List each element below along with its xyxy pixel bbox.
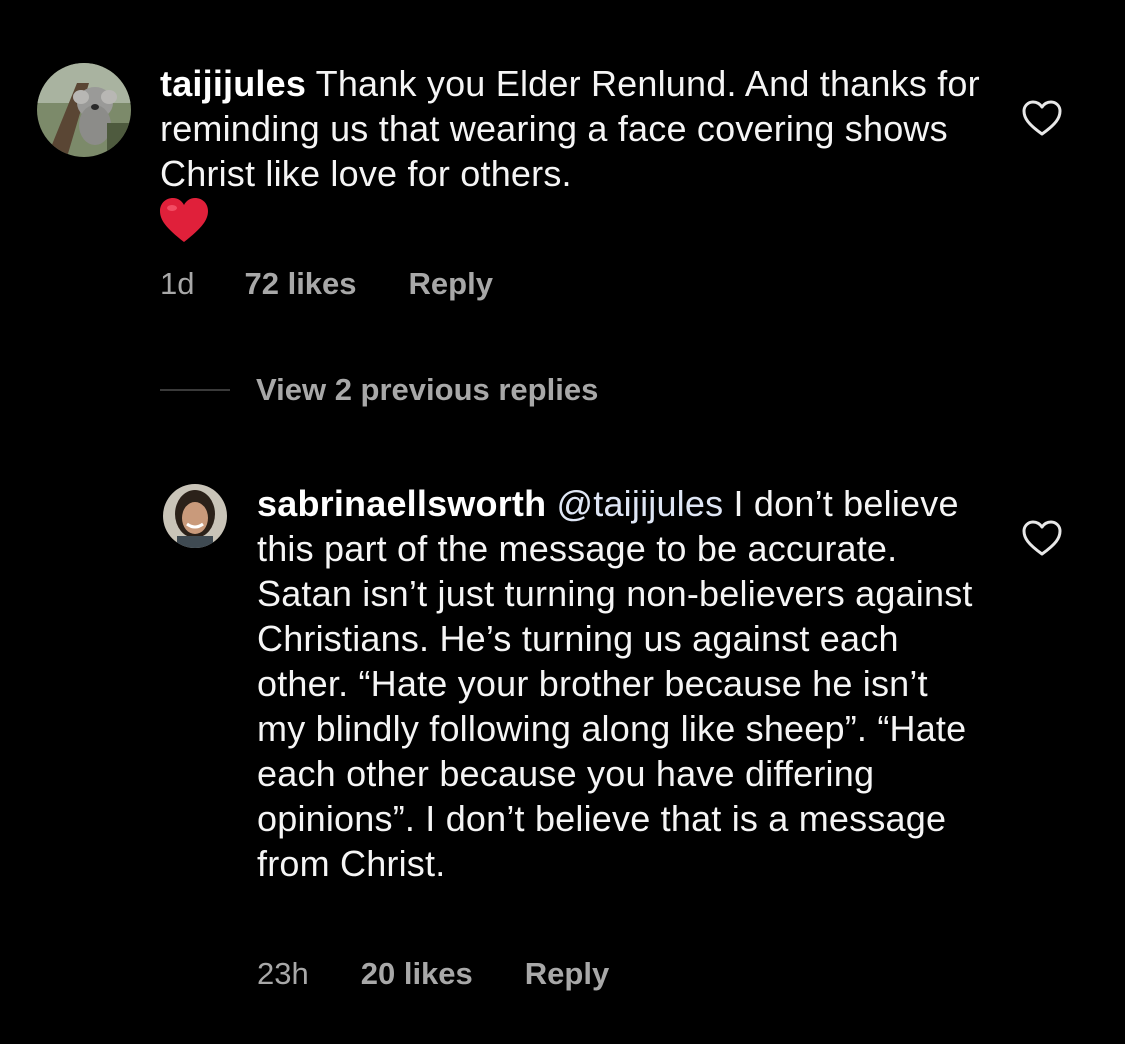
mention-link[interactable]: @taijijules [557,483,724,524]
comment-username[interactable]: sabrinaellsworth [257,483,546,524]
reply-button[interactable]: Reply [525,956,609,992]
comment-meta: 23h 20 likes Reply [257,956,609,992]
comment-taijijules: taijijules Thank you Elder Renlund. And … [0,0,1125,320]
heart-outline-icon[interactable] [1022,520,1062,558]
heart-outline-icon[interactable] [1022,100,1062,138]
comment-likes[interactable]: 72 likes [244,266,356,302]
comment-username[interactable]: taijijules [160,63,306,104]
avatar-sabrinaellsworth[interactable] [163,484,227,548]
comment-time: 23h [257,956,309,991]
red-heart-emoji-icon [160,198,208,242]
reply-button[interactable]: Reply [409,266,493,302]
view-previous-replies[interactable]: View 2 previous replies [160,372,598,408]
view-replies-label[interactable]: View 2 previous replies [256,372,598,408]
comment-body: sabrinaellsworth @taijijules I don’t bel… [257,481,977,886]
comment-time: 1d [160,266,195,301]
profile-photo [163,484,227,548]
divider-line [160,389,230,391]
koala-photo [37,63,131,157]
comment-meta: 1d 72 likes Reply [160,266,493,302]
avatar-taijijules[interactable] [37,63,131,157]
comment-body: taijijules Thank you Elder Renlund. And … [160,61,980,244]
comment-text: I don’t believe this part of the message… [257,483,973,884]
comment-likes[interactable]: 20 likes [361,956,473,992]
comment-sabrinaellsworth: sabrinaellsworth @taijijules I don’t bel… [0,470,1125,1010]
